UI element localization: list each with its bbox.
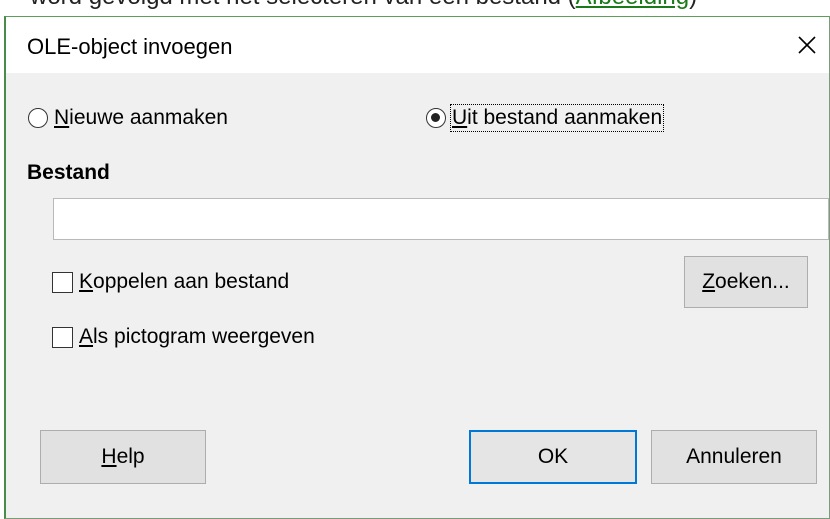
close-icon[interactable] (789, 27, 825, 63)
radio-from-file-button[interactable] (426, 108, 446, 128)
check-link-label-text: oppelen aan bestand (93, 270, 290, 293)
radio-new-label-text: ieuwe aanmaken (69, 106, 228, 129)
background-text: word gevolgd met het selecteren van een … (30, 0, 697, 11)
dialog-titlebar: OLE-object invoegen (6, 17, 829, 73)
cancel-button[interactable]: Annuleren (651, 430, 817, 484)
radio-new-button[interactable] (28, 108, 48, 128)
file-section-label: Bestand (27, 161, 110, 184)
check-link-to-file[interactable]: Koppelen aan bestand (52, 267, 289, 297)
background-link[interactable]: Afbeelding (576, 0, 689, 10)
check-icon-mnemonic: A (79, 325, 94, 348)
check-icon-label-text: ls pictogram weergeven (93, 325, 315, 348)
radio-new-label: Nieuwe aanmaken (54, 106, 228, 130)
help-mnemonic: H (101, 445, 117, 468)
check-display-as-icon[interactable]: Als pictogram weergeven (52, 322, 315, 352)
check-display-as-icon-label: Als pictogram weergeven (79, 325, 315, 349)
check-link-mnemonic: K (79, 270, 94, 293)
radio-new[interactable]: Nieuwe aanmaken (28, 103, 228, 133)
background-text-suffix: ) (689, 0, 697, 10)
help-label-text: elp (116, 445, 145, 468)
help-button[interactable]: Help (40, 430, 206, 484)
dialog-title: OLE-object invoegen (27, 34, 233, 59)
browse-button[interactable]: Zoeken... (684, 256, 808, 308)
ole-object-dialog: OLE-object invoegen Nieuwe aanmaken Uit … (4, 16, 830, 519)
check-display-as-icon-box[interactable] (52, 326, 73, 348)
check-link-to-file-label: Koppelen aan bestand (79, 270, 289, 294)
check-link-to-file-box[interactable] (52, 271, 73, 293)
browse-mnemonic: Z (702, 270, 716, 293)
ok-button[interactable]: OK (469, 430, 637, 484)
file-path-input[interactable] (53, 198, 829, 240)
background-text-prefix: word gevolgd met het selecteren van een … (30, 0, 576, 10)
radio-from-file-mnemonic: U (452, 106, 468, 129)
radio-from-file-label-text: it bestand aanmaken (467, 106, 663, 129)
radio-from-file[interactable]: Uit bestand aanmaken (426, 103, 665, 133)
ok-label: OK (537, 445, 569, 468)
browse-label-text: oeken... (715, 270, 790, 293)
radio-new-mnemonic: N (54, 106, 70, 129)
cancel-label: Annuleren (686, 445, 782, 468)
radio-from-file-label: Uit bestand aanmaken (449, 104, 665, 132)
